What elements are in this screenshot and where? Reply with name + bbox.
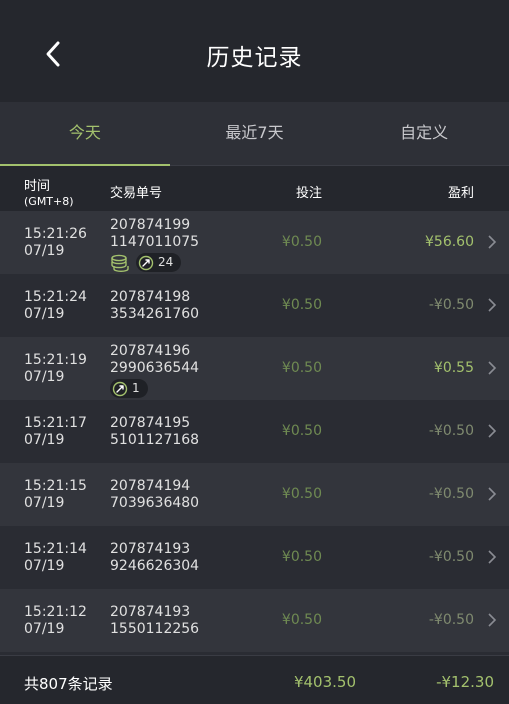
table-row[interactable]: 15:21:14 07/19 207874193 9246626304 ¥0.5… xyxy=(0,526,509,589)
row-time: 15:21:24 xyxy=(24,289,87,305)
row-timestamp: 15:21:24 07/19 xyxy=(24,289,87,323)
table-row[interactable]: 15:21:26 07/19 207874199 1147011075 24 ¥… xyxy=(0,211,509,274)
free-spin-count: 24 xyxy=(158,255,174,269)
spin-arrow-icon xyxy=(138,255,154,270)
row-time: 15:21:17 xyxy=(24,415,87,431)
table-row[interactable]: 15:21:12 07/19 207874193 1550112256 ¥0.5… xyxy=(0,589,509,652)
row-date: 07/19 xyxy=(24,243,65,259)
row-profit: ¥0.55 xyxy=(433,360,474,376)
row-order-number: 207874194 7039636480 xyxy=(110,478,199,512)
row-bet: ¥0.50 xyxy=(281,549,322,565)
row-order-part-b: 1147011075 xyxy=(110,234,200,250)
row-order-part-a: 207874193 xyxy=(110,604,191,620)
row-order-number: 207874198 3534261760 xyxy=(110,289,199,323)
row-date: 07/19 xyxy=(24,432,65,448)
date-filter-tabs: 今天 最近7天 自定义 xyxy=(0,102,509,166)
tab-custom[interactable]: 自定义 xyxy=(339,102,509,165)
table-row[interactable]: 15:21:24 07/19 207874198 3534261760 ¥0.5… xyxy=(0,274,509,337)
free-spin-count: 1 xyxy=(132,381,140,395)
row-date: 07/19 xyxy=(24,369,65,385)
row-order-number: 207874196 2990636544 1 xyxy=(110,343,199,398)
row-order-part-a: 207874194 xyxy=(110,478,191,494)
column-time-label: 时间 xyxy=(24,179,51,194)
free-spin-badge: 24 xyxy=(136,253,182,272)
row-profit: -¥0.50 xyxy=(428,612,474,628)
column-bet: 投注 xyxy=(295,186,322,201)
column-time: 时间 (GMT+8) xyxy=(24,175,74,208)
row-order-part-b: 3534261760 xyxy=(110,306,200,322)
chevron-right-icon xyxy=(486,548,498,566)
row-time: 15:21:15 xyxy=(24,478,87,494)
row-order-number: 207874193 1550112256 xyxy=(110,604,199,638)
record-count: 共807条记录 xyxy=(24,675,113,693)
row-timestamp: 15:21:17 07/19 xyxy=(24,415,87,449)
row-order-part-a: 207874193 xyxy=(110,541,191,557)
row-profit: -¥0.50 xyxy=(428,297,474,313)
table-header: 时间 (GMT+8) 交易单号 投注 盈利 xyxy=(0,166,509,211)
row-timestamp: 15:21:26 07/19 xyxy=(24,226,87,260)
row-profit: -¥0.50 xyxy=(428,549,474,565)
row-date: 07/19 xyxy=(24,558,65,574)
table-row[interactable]: 15:21:15 07/19 207874194 7039636480 ¥0.5… xyxy=(0,463,509,526)
row-date: 07/19 xyxy=(24,621,65,637)
row-order-part-b: 5101127168 xyxy=(110,432,200,448)
row-time: 15:21:26 xyxy=(24,226,87,242)
row-order-part-b: 9246626304 xyxy=(110,558,200,574)
row-order-part-a: 207874198 xyxy=(110,289,191,305)
row-profit: -¥0.50 xyxy=(428,423,474,439)
row-timestamp: 15:21:15 07/19 xyxy=(24,478,87,512)
row-badges: 1 xyxy=(110,379,199,398)
tab-last-7-days[interactable]: 最近7天 xyxy=(170,102,340,165)
chevron-right-icon xyxy=(486,422,498,440)
row-bet: ¥0.50 xyxy=(281,360,322,376)
chevron-right-icon xyxy=(486,485,498,503)
tab-today[interactable]: 今天 xyxy=(0,102,170,166)
row-badges: 24 xyxy=(110,253,199,272)
column-profit: 盈利 xyxy=(447,186,474,201)
total-profit: -¥12.30 xyxy=(436,673,494,691)
row-bet: ¥0.50 xyxy=(281,234,322,250)
history-screen: 历史记录 今天 最近7天 自定义 时间 (GMT+8) 交易单号 投注 盈利 1… xyxy=(0,0,509,704)
chevron-right-icon xyxy=(486,611,498,629)
row-date: 07/19 xyxy=(24,495,65,511)
total-bet: ¥403.50 xyxy=(293,673,356,691)
row-order-number: 207874193 9246626304 xyxy=(110,541,199,575)
row-time: 15:21:14 xyxy=(24,541,87,557)
summary-footer: 共807条记录 ¥403.50 -¥12.30 xyxy=(0,655,509,704)
row-timestamp: 15:21:19 07/19 xyxy=(24,352,87,386)
row-profit: -¥0.50 xyxy=(428,486,474,502)
table-row[interactable]: 15:21:19 07/19 207874196 2990636544 1 ¥0… xyxy=(0,337,509,400)
spin-arrow-icon xyxy=(112,381,128,396)
header: 历史记录 xyxy=(0,0,509,102)
row-order-part-a: 207874195 xyxy=(110,415,191,431)
row-bet: ¥0.50 xyxy=(281,486,322,502)
chevron-right-icon xyxy=(486,296,498,314)
row-bet: ¥0.50 xyxy=(281,612,322,628)
row-time: 15:21:12 xyxy=(24,604,87,620)
row-timestamp: 15:21:14 07/19 xyxy=(24,541,87,575)
row-timestamp: 15:21:12 07/19 xyxy=(24,604,87,638)
row-order-number: 207874199 1147011075 24 xyxy=(110,217,199,272)
row-date: 07/19 xyxy=(24,306,65,322)
row-profit: ¥56.60 xyxy=(425,234,474,250)
history-list: 15:21:26 07/19 207874199 1147011075 24 ¥… xyxy=(0,211,509,652)
row-time: 15:21:19 xyxy=(24,352,87,368)
row-order-part-b: 1550112256 xyxy=(110,621,200,637)
free-spin-badge: 1 xyxy=(110,379,148,398)
row-bet: ¥0.50 xyxy=(281,297,322,313)
coins-stack-icon xyxy=(110,254,130,272)
column-time-timezone: (GMT+8) xyxy=(24,195,74,208)
chevron-right-icon xyxy=(486,233,498,251)
row-order-part-a: 207874196 xyxy=(110,343,191,359)
row-order-part-b: 7039636480 xyxy=(110,495,200,511)
chevron-right-icon xyxy=(486,359,498,377)
row-bet: ¥0.50 xyxy=(281,423,322,439)
row-order-part-b: 2990636544 xyxy=(110,360,200,376)
row-order-part-a: 207874199 xyxy=(110,217,191,233)
page-title: 历史记录 xyxy=(206,45,303,71)
table-row[interactable]: 15:21:17 07/19 207874195 5101127168 ¥0.5… xyxy=(0,400,509,463)
column-order: 交易单号 xyxy=(110,186,163,201)
row-order-number: 207874195 5101127168 xyxy=(110,415,199,449)
